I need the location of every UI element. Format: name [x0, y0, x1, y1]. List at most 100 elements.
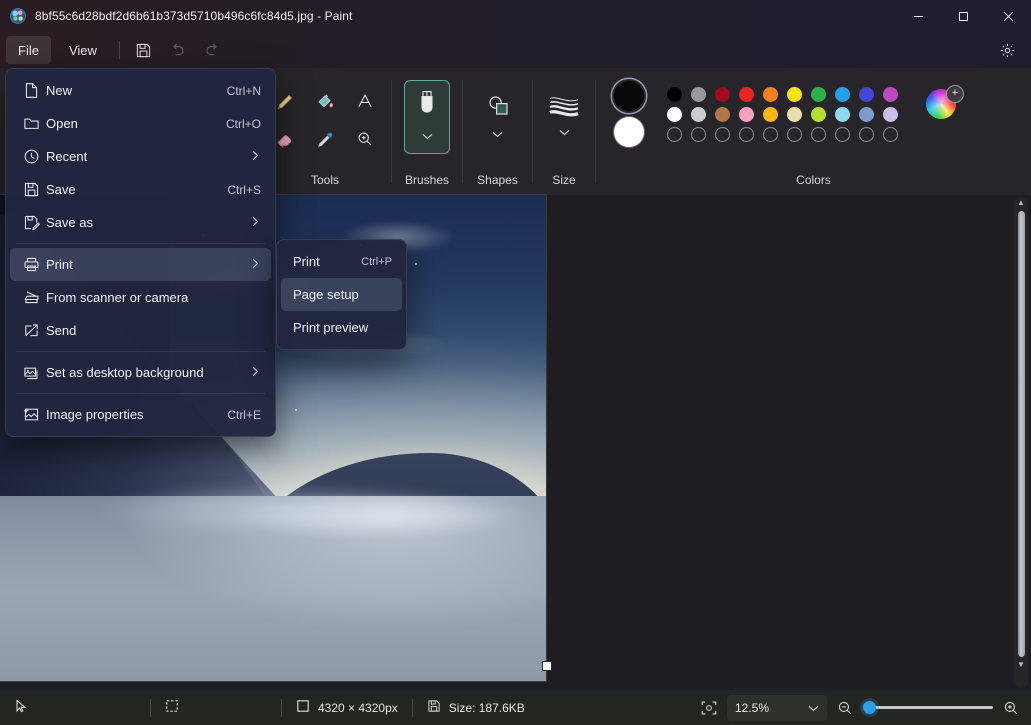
color-swatch[interactable]: [854, 104, 878, 124]
chevron-right-icon: [251, 150, 261, 164]
file-size-icon: [427, 699, 441, 716]
fit-to-window-icon[interactable]: [695, 694, 723, 722]
chevron-down-icon: [559, 123, 570, 141]
color-swatch-empty[interactable]: [758, 124, 782, 144]
tab-view[interactable]: View: [57, 36, 109, 64]
text-icon[interactable]: [345, 82, 385, 120]
menu-item-set-wallpaper[interactable]: Set as desktop background: [10, 356, 271, 389]
color-swatch[interactable]: [734, 104, 758, 124]
selection-size-icon: [165, 699, 179, 716]
color-swatch-empty[interactable]: [686, 124, 710, 144]
color-swatch[interactable]: [806, 84, 830, 104]
file-size-cell: Size: 187.6KB: [413, 690, 539, 725]
brushes-button[interactable]: [404, 80, 450, 154]
menu-item-print[interactable]: Print: [10, 248, 271, 281]
menu-item-label: Send: [46, 323, 261, 338]
menu-item-open[interactable]: OpenCtrl+O: [10, 107, 271, 140]
color-swatch[interactable]: [854, 84, 878, 104]
canvas-resize-handle-right[interactable]: [543, 662, 551, 670]
size-group-label: Size: [533, 173, 595, 187]
submenu-item-page-setup[interactable]: Page setup: [281, 278, 402, 311]
menu-item-label: Save as: [46, 215, 241, 230]
save-as-icon: [16, 214, 46, 231]
color-swatch[interactable]: [710, 104, 734, 124]
maximize-button[interactable]: [941, 0, 986, 32]
color-swatch-empty[interactable]: [854, 124, 878, 144]
chevron-right-icon: [251, 258, 261, 272]
secondary-color-swatch[interactable]: [614, 117, 644, 147]
color-swatch-empty[interactable]: [806, 124, 830, 144]
magnifier-icon[interactable]: [345, 120, 385, 158]
menu-item-from-scanner[interactable]: From scanner or camera: [10, 281, 271, 314]
size-button[interactable]: [541, 80, 587, 154]
color-swatch[interactable]: [710, 84, 734, 104]
chevron-down-icon: [492, 125, 503, 143]
save-icon[interactable]: [128, 36, 160, 64]
close-button[interactable]: [986, 0, 1031, 32]
cursor-position-cell: [0, 690, 150, 725]
menu-item-save-as[interactable]: Save as: [10, 206, 271, 239]
color-swatch[interactable]: [662, 84, 686, 104]
color-swatch[interactable]: [758, 104, 782, 124]
color-swatch-empty[interactable]: [878, 124, 902, 144]
menu-item-shortcut: Ctrl+E: [227, 408, 261, 422]
zoom-in-button[interactable]: [997, 694, 1025, 722]
tools-group: Tools: [259, 68, 391, 195]
image-properties-icon: [16, 406, 46, 423]
color-swatch[interactable]: [662, 104, 686, 124]
edit-colors-button[interactable]: +: [926, 89, 960, 123]
tools-grid: [265, 82, 385, 158]
colors-group-label: Colors: [596, 173, 1031, 187]
zoom-level-select[interactable]: 12.5%: [727, 695, 827, 721]
menu-item-save[interactable]: SaveCtrl+S: [10, 173, 271, 206]
color-swatch[interactable]: [782, 104, 806, 124]
menu-item-new[interactable]: NewCtrl+N: [10, 74, 271, 107]
zoom-slider[interactable]: [863, 698, 993, 718]
scroll-up-icon[interactable]: ▲: [1017, 197, 1025, 209]
color-picker-icon[interactable]: [305, 120, 345, 158]
color-swatch[interactable]: [878, 104, 902, 124]
color-swatch[interactable]: [782, 84, 806, 104]
color-swatch[interactable]: [830, 84, 854, 104]
color-swatch[interactable]: [878, 84, 902, 104]
menu-item-recent[interactable]: Recent: [10, 140, 271, 173]
submenu-item-print[interactable]: PrintCtrl+P: [281, 245, 402, 278]
color-swatch-empty[interactable]: [782, 124, 806, 144]
minimize-button[interactable]: [896, 0, 941, 32]
fill-bucket-icon[interactable]: [305, 82, 345, 120]
zoom-out-button[interactable]: [831, 694, 859, 722]
menu-item-send[interactable]: Send: [10, 314, 271, 347]
desktop-image-icon: [16, 364, 46, 381]
submenu-item-print-preview[interactable]: Print preview: [281, 311, 402, 344]
color-swatch-empty[interactable]: [710, 124, 734, 144]
color-swatch-empty[interactable]: [662, 124, 686, 144]
menu-item-shortcut: Ctrl+O: [226, 117, 261, 131]
color-swatch[interactable]: [830, 104, 854, 124]
printer-icon: [16, 256, 46, 273]
menu-item-label: Save: [46, 182, 215, 197]
submenu-item-label: Print preview: [293, 320, 392, 335]
gear-icon[interactable]: [991, 35, 1023, 65]
zoom-slider-thumb[interactable]: [863, 701, 876, 714]
submenu-item-label: Page setup: [293, 287, 392, 302]
primary-color-swatch[interactable]: [614, 81, 644, 111]
color-swatch[interactable]: [686, 84, 710, 104]
scrollbar-thumb[interactable]: [1018, 211, 1025, 657]
tab-file[interactable]: File: [6, 36, 51, 64]
title-bar: 8bf55c6d28bdf2d6b61b373d5710b496c6fc84d5…: [0, 0, 1031, 32]
colors-group: + Colors: [596, 68, 1031, 195]
zoom-controls: 12.5%: [695, 694, 1025, 722]
menu-item-image-properties[interactable]: Image propertiesCtrl+E: [10, 398, 271, 431]
color-swatch[interactable]: [758, 84, 782, 104]
vertical-scrollbar[interactable]: ▲ ▼: [1014, 197, 1028, 688]
color-swatch-empty[interactable]: [734, 124, 758, 144]
color-swatch-empty[interactable]: [830, 124, 854, 144]
undo-icon[interactable]: [162, 36, 194, 64]
color-swatch[interactable]: [686, 104, 710, 124]
color-swatch[interactable]: [734, 84, 758, 104]
scroll-down-icon[interactable]: ▼: [1017, 659, 1025, 671]
shapes-button[interactable]: [475, 80, 521, 154]
redo-icon[interactable]: [196, 36, 228, 64]
zoom-level-value: 12.5%: [735, 701, 769, 715]
color-swatch[interactable]: [806, 104, 830, 124]
